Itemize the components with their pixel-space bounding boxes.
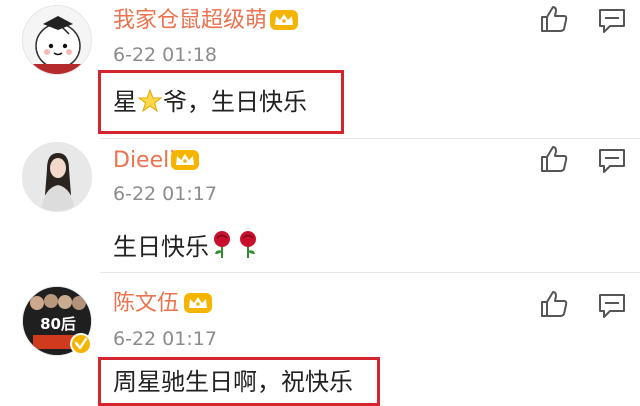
- avatar[interactable]: [22, 142, 92, 212]
- crown-icon: [270, 10, 298, 30]
- rose-emoji: [240, 231, 256, 258]
- reply-comment-icon[interactable]: [598, 8, 626, 34]
- username[interactable]: 陈文伍: [113, 293, 179, 315]
- comment-time: 6-22 01:17: [113, 183, 217, 205]
- comment-text-part: 爷，生日快乐: [163, 88, 307, 116]
- thumbs-up-icon[interactable]: [539, 289, 569, 319]
- comment-text-part: 星: [113, 88, 137, 116]
- username[interactable]: 我家仓鼠超级萌: [113, 10, 267, 32]
- comment-1: 我家仓鼠超级萌 6-22 01:18 星爷，生日快乐: [0, 0, 640, 134]
- comment-text: 星爷，生日快乐: [113, 88, 307, 114]
- comment-text: 周星驰生日啊，祝快乐: [113, 368, 353, 396]
- reply-comment-icon[interactable]: [598, 293, 626, 319]
- username[interactable]: Dieeli: [113, 150, 175, 172]
- rose-emoji: [214, 231, 230, 258]
- avatar[interactable]: [22, 5, 92, 75]
- hamster-avatar-icon: [23, 6, 91, 74]
- star-emoji: [137, 88, 163, 113]
- verified-badge-icon: [70, 333, 92, 355]
- comment-2: Dieeli 6-22 01:17 生日快乐: [0, 139, 640, 271]
- comment-text-part: 生日快乐: [113, 233, 209, 261]
- comment-3: 80后 陈文伍 6-22 01:17 周星驰生日啊，祝快乐: [0, 273, 640, 406]
- crown-icon: [171, 150, 199, 170]
- comment-time: 6-22 01:18: [113, 44, 217, 66]
- comment-time: 6-22 01:17: [113, 328, 217, 350]
- thumbs-up-icon[interactable]: [539, 144, 569, 174]
- girl-photo-avatar-icon: [23, 143, 91, 211]
- thumbs-up-icon[interactable]: [539, 4, 569, 34]
- reply-comment-icon[interactable]: [598, 148, 626, 174]
- crown-icon: [184, 293, 212, 313]
- poster-title: 80后: [40, 315, 76, 333]
- comment-text: 生日快乐: [113, 229, 261, 259]
